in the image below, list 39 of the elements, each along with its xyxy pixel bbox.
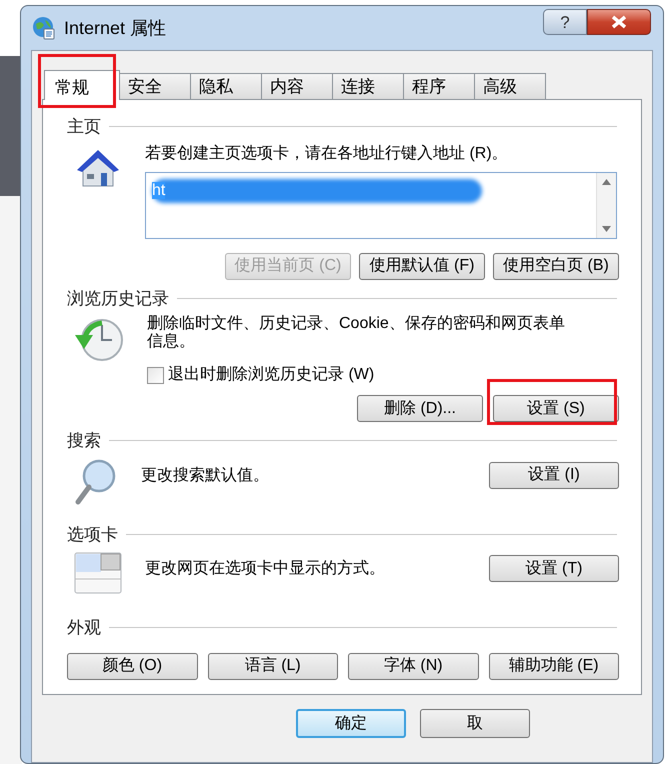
section-heading: 外观	[67, 617, 101, 639]
help-button[interactable]: ?	[543, 9, 587, 35]
button[interactable]: 辅助功能 (E)	[488, 652, 619, 680]
close-button[interactable]	[587, 9, 651, 35]
section-heading: 浏览历史记录	[67, 288, 169, 310]
section-heading: 选项卡	[67, 524, 118, 546]
description-text: 若要创建主页选项卡，请在各地址行键入地址 (R)。	[145, 144, 509, 164]
tab[interactable]: 内容	[261, 73, 333, 99]
address-text: ht	[152, 182, 166, 198]
tab[interactable]: 高级	[474, 73, 546, 99]
scroll-down-arrow-icon[interactable]	[602, 226, 611, 232]
button[interactable]: 字体 (N)	[348, 652, 478, 680]
button[interactable]: 颜色 (O)	[67, 652, 198, 680]
button[interactable]: 设置 (T)	[489, 555, 619, 582]
button[interactable]: 删除 (D)...	[357, 395, 483, 422]
tab[interactable]: 程序	[403, 73, 475, 99]
button[interactable]: 取	[420, 709, 530, 738]
close-icon	[610, 15, 628, 29]
section-heading: 主页	[67, 116, 101, 138]
description-text: 更改网页在选项卡中显示的方式。	[145, 558, 386, 579]
button[interactable]: 确定	[296, 709, 406, 738]
tab[interactable]: 隐私	[190, 73, 262, 99]
button[interactable]: 设置 (S)	[493, 395, 619, 422]
button[interactable]: 语言 (L)	[208, 652, 338, 680]
button[interactable]: 使用空白页 (B)	[493, 252, 619, 280]
globe-icon	[32, 16, 56, 40]
tab[interactable]: 安全	[119, 73, 191, 99]
tab[interactable]: 常规	[44, 70, 120, 100]
tab-window-icon	[73, 551, 123, 595]
window-title: Internet 属性	[64, 16, 166, 40]
description-text: 删除临时文件、历史记录、Cookie、保存的密码和网页表单信息。	[147, 315, 566, 351]
button[interactable]: 使用默认值 (F)	[359, 252, 485, 280]
section-heading: 搜索	[67, 430, 101, 452]
description-text: 更改搜索默认值。	[141, 466, 270, 486]
tab[interactable]: 连接	[332, 73, 404, 99]
checkbox[interactable]: 退出时删除浏览历史记录 (W)	[147, 363, 617, 387]
clock-icon	[73, 317, 125, 363]
button[interactable]: 设置 (I)	[489, 462, 619, 488]
scroll-up-arrow-icon[interactable]	[602, 178, 611, 184]
